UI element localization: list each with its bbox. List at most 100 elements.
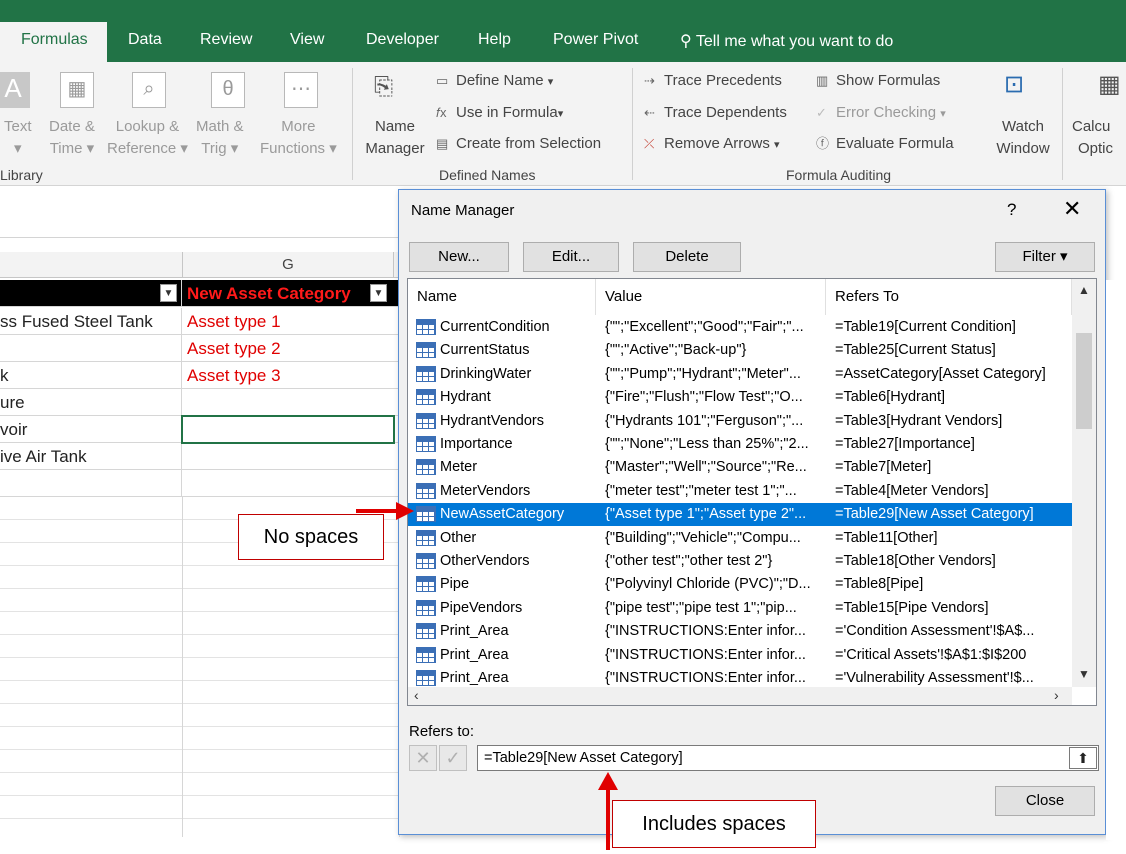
refers-to-cell: =AssetCategory[Asset Category] bbox=[835, 365, 1046, 382]
tab-data[interactable]: Data bbox=[128, 31, 162, 49]
error-checking-button[interactable]: ✓ Error Checking ▾ bbox=[816, 102, 946, 125]
filter-button[interactable]: Filter ▾ bbox=[995, 242, 1095, 272]
evaluate-formula-button[interactable]: ⓕ Evaluate Formula bbox=[816, 133, 954, 155]
trace-dependents-button[interactable]: ⇠ Trace Dependents bbox=[644, 102, 787, 124]
more-functions-button[interactable]: More Functions ▾ bbox=[260, 116, 337, 160]
tab-review[interactable]: Review bbox=[200, 31, 252, 49]
group-label-library: Library bbox=[0, 167, 43, 183]
table-icon bbox=[416, 670, 436, 686]
name-list-row[interactable]: DrinkingWater {"";"Pump";"Hydrant";"Meter… bbox=[408, 363, 1072, 386]
name-list-row[interactable]: MeterVendors {"meter test";"meter test 1"… bbox=[408, 480, 1072, 503]
close-icon[interactable]: ✕ bbox=[1063, 196, 1081, 222]
cell-a-header[interactable] bbox=[0, 280, 182, 307]
table-cell[interactable]: ive Air Tank bbox=[0, 443, 182, 470]
value-cell: {"Fire";"Flush";"Flow Test";"O... bbox=[605, 389, 803, 406]
filter-dropdown-icon[interactable]: ▼ bbox=[160, 284, 177, 302]
math-trig-button[interactable]: Math & Trig ▾ bbox=[196, 116, 244, 160]
calculation-options-button[interactable]: Calcu Optic bbox=[1072, 116, 1113, 160]
tab-help[interactable]: Help bbox=[478, 31, 511, 49]
formula-bar-area[interactable] bbox=[0, 186, 400, 238]
value-cell: {"";"Excellent";"Good";"Fair";"... bbox=[605, 319, 804, 335]
refers-to-field[interactable]: =Table29[New Asset Category] bbox=[477, 745, 1099, 771]
value-cell: {"INSTRUCTIONS:Enter infor... bbox=[605, 623, 806, 640]
table-cell[interactable]: ss Fused Steel Tank bbox=[0, 308, 182, 335]
tell-me-box[interactable]: ⚲ Tell me what you want to do bbox=[680, 31, 893, 51]
name-list-row[interactable]: CurrentCondition {"";"Excellent";"Good";"… bbox=[408, 316, 1072, 339]
column-header-value[interactable]: Value bbox=[596, 279, 826, 315]
remove-arrows-button[interactable]: ⤫ Remove Arrows ▾ bbox=[644, 133, 780, 156]
tab-view[interactable]: View bbox=[290, 31, 324, 49]
cancel-edit-icon[interactable]: ✕ bbox=[409, 745, 437, 771]
name-manager-button[interactable]: Name Manager bbox=[362, 116, 428, 160]
edit-button[interactable]: Edit... bbox=[523, 242, 619, 272]
new-button[interactable]: New... bbox=[409, 242, 509, 272]
table-cell[interactable] bbox=[0, 335, 182, 362]
name-list-row[interactable]: Pipe {"Polyvinyl Chloride (PVC)";"D... =Ta… bbox=[408, 573, 1072, 596]
show-formulas-button[interactable]: ▥ Show Formulas bbox=[816, 70, 940, 92]
calculator-icon: ▦ bbox=[1098, 71, 1121, 98]
create-from-selection-button[interactable]: ▤ Create from Selection bbox=[436, 133, 601, 155]
table-cell[interactable]: ure bbox=[0, 389, 182, 416]
table-cell[interactable] bbox=[183, 389, 394, 416]
scroll-left-icon[interactable]: ‹ bbox=[414, 687, 419, 703]
name-list-row[interactable]: CurrentStatus {"";"Active";"Back-up"} =Tab… bbox=[408, 339, 1072, 362]
refers-to-cell: =Table19[Current Condition] bbox=[835, 319, 1016, 335]
tab-formulas[interactable]: Formulas bbox=[0, 22, 107, 62]
tab-power-pivot[interactable]: Power Pivot bbox=[553, 31, 638, 49]
name-list-row[interactable]: Hydrant {"Fire";"Flush";"Flow Test";"O...… bbox=[408, 386, 1072, 409]
table-cell[interactable] bbox=[183, 470, 394, 497]
define-name-button[interactable]: ▭ Define Name ▾ bbox=[436, 70, 553, 93]
table-cell[interactable]: Asset type 3 bbox=[183, 362, 394, 389]
horizontal-scrollbar[interactable]: ‹ › bbox=[408, 687, 1072, 705]
text-function-icon: A bbox=[0, 72, 30, 108]
tab-developer[interactable]: Developer bbox=[366, 31, 439, 49]
watch-window-button[interactable]: Watch Window bbox=[992, 116, 1054, 160]
name-cell: DrinkingWater bbox=[440, 365, 532, 382]
refers-to-cell: =Table29[New Asset Category] bbox=[835, 506, 1034, 523]
vertical-scrollbar[interactable]: ▲ ▼ bbox=[1072, 279, 1096, 687]
name-list-row[interactable]: PipeVendors {"pipe test";"pipe test 1";"p… bbox=[408, 597, 1072, 620]
names-list[interactable]: Name Value Refers To CurrentCondition {""… bbox=[407, 278, 1097, 706]
remove-arrows-icon: ⤫ bbox=[644, 136, 655, 151]
name-list-row[interactable]: Importance {"";"None";"Less than 25%";"2.… bbox=[408, 433, 1072, 456]
name-list-row[interactable]: NewAssetCategory {"Asset type 1";"Asset t… bbox=[408, 503, 1072, 527]
use-in-formula-button[interactable]: 𝑓x Use in Formula▾ bbox=[436, 102, 563, 125]
table-icon bbox=[416, 342, 436, 359]
date-time-button[interactable]: Date & Time ▾ bbox=[49, 116, 95, 160]
lookup-reference-button[interactable]: Lookup & Reference ▾ bbox=[107, 116, 188, 160]
fx-icon: 𝑓x bbox=[436, 105, 447, 120]
confirm-edit-icon[interactable]: ✓ bbox=[439, 745, 467, 771]
column-header-bar: G bbox=[0, 252, 400, 278]
filter-dropdown-icon[interactable]: ▼ bbox=[370, 284, 387, 302]
table-icon bbox=[416, 412, 436, 429]
table-cell[interactable]: Asset type 2 bbox=[183, 335, 394, 362]
text-functions-button[interactable]: Text ▾ bbox=[4, 116, 32, 160]
name-list-row[interactable]: HydrantVendors {"Hydrants 101";"Ferguson"… bbox=[408, 410, 1072, 433]
table-cell[interactable]: k bbox=[0, 362, 182, 389]
name-list-row[interactable]: OtherVendors {"other test";"other test 2"… bbox=[408, 550, 1072, 573]
collapse-dialog-icon[interactable]: ⬆ bbox=[1069, 747, 1097, 769]
delete-button[interactable]: Delete bbox=[633, 242, 741, 272]
name-list-row[interactable]: Print_Area {"INSTRUCTIONS:Enter infor... =… bbox=[408, 644, 1072, 667]
table-cell[interactable]: voir bbox=[0, 416, 182, 443]
value-cell: {"";"Active";"Back-up"} bbox=[605, 342, 747, 359]
scroll-up-icon[interactable]: ▲ bbox=[1078, 283, 1090, 297]
ribbon-divider bbox=[632, 68, 633, 180]
close-button[interactable]: Close bbox=[995, 786, 1095, 816]
trace-precedents-button[interactable]: ⇢ Trace Precedents bbox=[644, 70, 782, 92]
scrollbar-thumb[interactable] bbox=[1076, 333, 1092, 429]
column-header-name[interactable]: Name bbox=[408, 279, 596, 315]
selected-cell[interactable] bbox=[181, 415, 395, 444]
table-cell[interactable]: Asset type 1 bbox=[183, 308, 394, 335]
cell-new-asset-category-header[interactable]: New Asset Category bbox=[183, 280, 394, 307]
name-list-row[interactable]: Print_Area {"INSTRUCTIONS:Enter infor... =… bbox=[408, 620, 1072, 643]
table-cell[interactable] bbox=[0, 470, 182, 497]
scroll-right-icon[interactable]: › bbox=[1054, 687, 1059, 703]
column-header-refers-to[interactable]: Refers To bbox=[826, 279, 1072, 315]
column-header-g[interactable]: G bbox=[182, 252, 394, 278]
scroll-down-icon[interactable]: ▼ bbox=[1078, 667, 1090, 681]
name-list-row[interactable]: Meter {"Master";"Well";"Source";"Re... =Ta… bbox=[408, 456, 1072, 479]
help-icon[interactable]: ? bbox=[1007, 200, 1016, 220]
name-list-row[interactable]: Other {"Building";"Vehicle";"Compu... =Tab… bbox=[408, 527, 1072, 550]
table-cell[interactable] bbox=[183, 443, 394, 470]
